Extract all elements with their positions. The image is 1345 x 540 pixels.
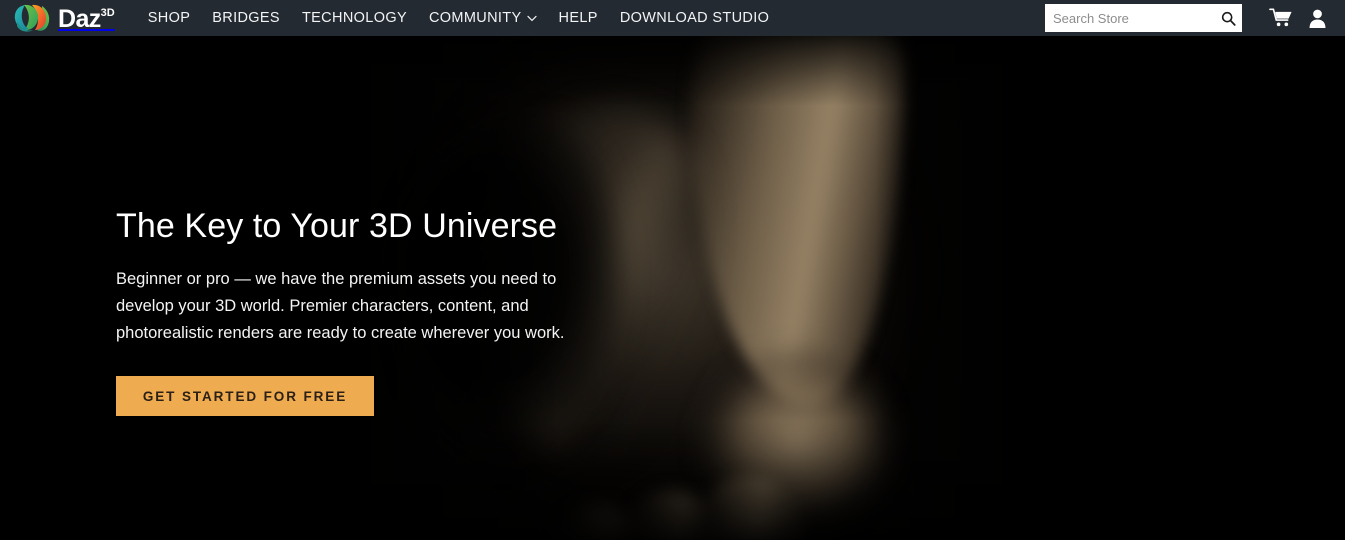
nav-item-technology[interactable]: TECHNOLOGY [291,0,418,36]
nav-item-download-studio[interactable]: DOWNLOAD STUDIO [609,0,780,36]
user-account-icon [1309,9,1325,28]
search-box[interactable] [1045,4,1242,32]
cart-button[interactable] [1264,0,1298,36]
nav-item-bridges-label: BRIDGES [212,10,280,26]
search-input[interactable] [1045,4,1242,32]
chevron-down-icon [526,15,537,22]
hero-description: Beginner or pro — we have the premium as… [116,270,565,342]
hero-content: The Key to Your 3D Universe Beginner or … [116,206,586,417]
shopping-cart-icon [1268,8,1292,27]
hero-title: The Key to Your 3D Universe [116,207,558,245]
account-button[interactable] [1300,0,1334,36]
hero-section: The Key to Your 3D Universe Beginner or … [0,36,1345,540]
brand-name-text: Daz [58,4,101,33]
nav-item-technology-label: TECHNOLOGY [301,10,407,26]
get-started-button[interactable]: GET STARTED FOR FREE [116,376,374,417]
nav-item-help-label: HELP [558,10,598,26]
nav-item-community[interactable]: COMMUNITY [418,0,548,36]
daz3d-logo-icon [12,2,56,34]
daz3d-homepage: Daz3D SHOP BRIDGES TECHNOLOGY COMMUNITY [0,0,1345,540]
nav-item-bridges[interactable]: BRIDGES [201,0,291,36]
top-navigation-bar: Daz3D SHOP BRIDGES TECHNOLOGY COMMUNITY [0,0,1345,36]
nav-item-download-studio-label: DOWNLOAD STUDIO [619,10,770,26]
nav-item-shop[interactable]: SHOP [137,0,202,36]
primary-nav: SHOP BRIDGES TECHNOLOGY COMMUNITY HELP D… [137,0,781,36]
brand-name: Daz3D [58,4,115,33]
nav-item-community-label: COMMUNITY [428,10,522,26]
search-submit-button[interactable] [1219,9,1237,27]
brand-superscript: 3D [100,7,115,20]
nav-item-shop-label: SHOP [147,10,191,26]
nav-utility-group [1045,0,1345,36]
brand-logo-link[interactable]: Daz3D [12,0,115,36]
search-icon [1221,11,1236,26]
nav-item-help[interactable]: HELP [548,0,609,36]
